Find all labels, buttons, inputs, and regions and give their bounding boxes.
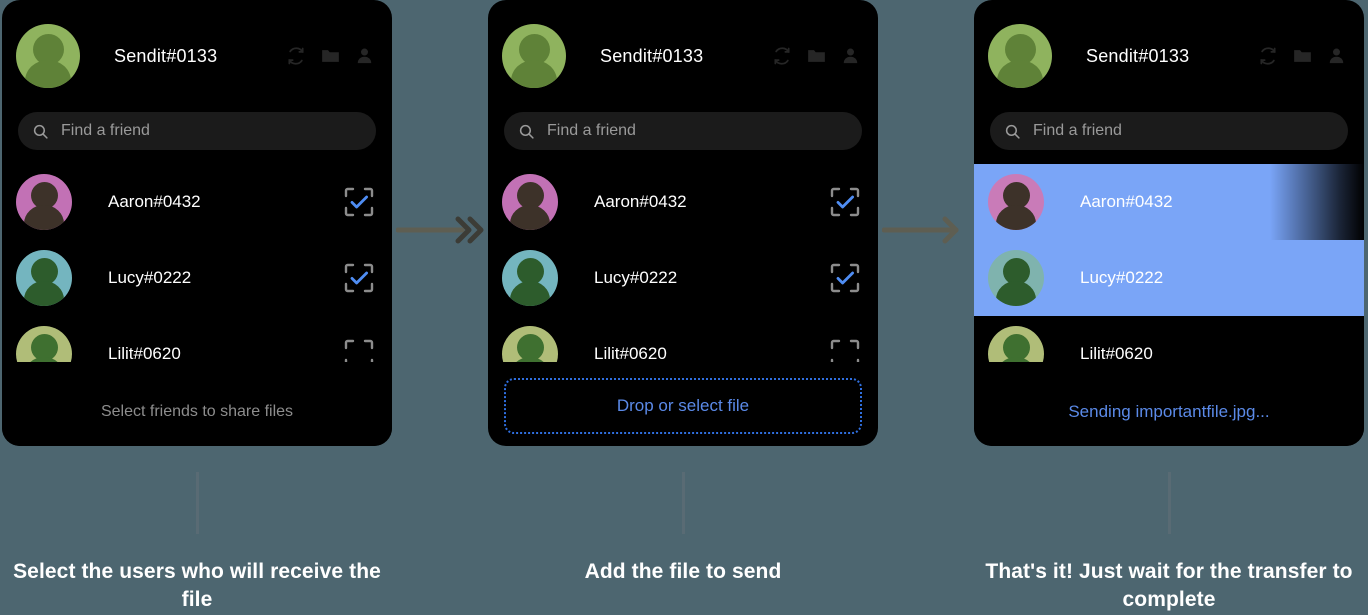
select-checkbox-checked[interactable]: [830, 263, 860, 293]
select-checkbox-checked[interactable]: [344, 263, 374, 293]
list-item[interactable]: Aaron#0432: [2, 164, 392, 240]
friend-name: Aaron#0432: [108, 192, 201, 211]
account-avatar: [16, 24, 80, 88]
refresh-icon[interactable]: [1258, 46, 1278, 66]
search-input[interactable]: Find a friend: [547, 122, 636, 140]
header-icon-group: [286, 46, 374, 66]
select-checkbox-checked[interactable]: [344, 187, 374, 217]
avatar: [16, 326, 72, 362]
select-checkbox-unchecked[interactable]: [344, 339, 374, 362]
search-bar[interactable]: Find a friend: [18, 112, 376, 150]
list-item[interactable]: Lucy#0222: [2, 240, 392, 316]
avatar: [988, 174, 1044, 230]
caption-text: Add the file to send: [584, 560, 782, 583]
account-name: Sendit#0133: [600, 45, 704, 66]
list-item[interactable]: Lilit#0620: [488, 316, 878, 362]
friend-name: Lilit#0620: [1080, 344, 1153, 362]
folder-icon[interactable]: [806, 46, 827, 66]
avatar: [502, 250, 558, 306]
search-icon: [518, 123, 535, 140]
account-avatar: [502, 24, 566, 88]
avatar: [988, 250, 1044, 306]
transfer-status-text: Sending importantfile.jpg...: [1068, 402, 1270, 421]
search-bar[interactable]: Find a friend: [990, 112, 1348, 150]
refresh-icon[interactable]: [286, 46, 306, 66]
flow-arrow-2: [882, 212, 970, 248]
friend-list[interactable]: Aaron#0432 Lucy#0222 Lilit#0620: [488, 164, 878, 362]
panel-step-1: Sendit#0133 Find a friend Aaron#0432 Luc…: [2, 0, 392, 446]
list-item-sending[interactable]: Lucy#0222: [974, 240, 1364, 316]
panel-step-2: Sendit#0133 Find a friend Aaron#0432 Luc…: [488, 0, 878, 446]
caption-step-3: That's it! Just wait for the transfer to…: [974, 472, 1364, 614]
search-bar[interactable]: Find a friend: [504, 112, 862, 150]
account-name: Sendit#0133: [114, 45, 218, 66]
friend-name: Lucy#0222: [1080, 268, 1164, 287]
dropzone-label: Drop or select file: [616, 396, 750, 415]
panel-header: Sendit#0133: [974, 0, 1364, 112]
friend-name: Aaron#0432: [1080, 192, 1173, 211]
panel-header: Sendit#0133: [2, 0, 392, 112]
caption-text: Select the users who will receive the fi…: [13, 560, 381, 611]
friend-list[interactable]: Aaron#0432 Lucy#0222 Lilit#0620: [2, 164, 392, 362]
header-icon-group: [772, 46, 860, 66]
search-input[interactable]: Find a friend: [61, 122, 150, 140]
list-item[interactable]: Lilit#0620: [2, 316, 392, 362]
folder-icon[interactable]: [320, 46, 341, 66]
list-item-sending[interactable]: Aaron#0432: [974, 164, 1364, 240]
panel-step-3: Sendit#0133 Find a friend Aaron#0432 Luc…: [974, 0, 1364, 446]
list-item[interactable]: Lucy#0222: [488, 240, 878, 316]
refresh-icon[interactable]: [772, 46, 792, 66]
panel-footer: Sending importantfile.jpg...: [974, 378, 1364, 446]
account-avatar: [988, 24, 1052, 88]
search-icon: [1004, 123, 1021, 140]
caption-tick: [1167, 472, 1171, 534]
file-dropzone[interactable]: Drop or select file: [504, 378, 862, 434]
header-icon-group: [1258, 46, 1346, 66]
avatar: [988, 326, 1044, 362]
caption-tick: [681, 472, 685, 534]
transfer-progress-bar: [1270, 164, 1364, 240]
footer-hint: Select friends to share files: [100, 403, 294, 420]
list-item[interactable]: Aaron#0432: [488, 164, 878, 240]
caption-step-1: Select the users who will receive the fi…: [2, 472, 392, 614]
panel-header: Sendit#0133: [488, 0, 878, 112]
avatar: [16, 174, 72, 230]
select-checkbox-unchecked[interactable]: [830, 339, 860, 362]
caption-text: That's it! Just wait for the transfer to…: [985, 560, 1353, 611]
account-icon[interactable]: [841, 46, 860, 66]
search-icon: [32, 123, 49, 140]
caption-step-2: Add the file to send: [488, 472, 878, 586]
caption-tick: [195, 472, 199, 534]
select-checkbox-checked[interactable]: [830, 187, 860, 217]
avatar: [502, 326, 558, 362]
account-icon[interactable]: [1327, 46, 1346, 66]
panels-row: Sendit#0133 Find a friend Aaron#0432 Luc…: [0, 0, 1368, 446]
list-item[interactable]: Lilit#0620: [974, 316, 1364, 362]
friend-name: Aaron#0432: [594, 192, 687, 211]
friend-list[interactable]: Aaron#0432 Lucy#0222 Lilit#0620: [974, 164, 1364, 362]
account-name: Sendit#0133: [1086, 45, 1190, 66]
search-input[interactable]: Find a friend: [1033, 122, 1122, 140]
panel-footer: Select friends to share files: [2, 378, 392, 446]
avatar: [16, 250, 72, 306]
friend-name: Lucy#0222: [594, 268, 678, 287]
account-icon[interactable]: [355, 46, 374, 66]
flow-arrow-1: [396, 212, 484, 248]
folder-icon[interactable]: [1292, 46, 1313, 66]
friend-name: Lilit#0620: [594, 344, 667, 362]
friend-name: Lilit#0620: [108, 344, 181, 362]
avatar: [502, 174, 558, 230]
friend-name: Lucy#0222: [108, 268, 192, 287]
